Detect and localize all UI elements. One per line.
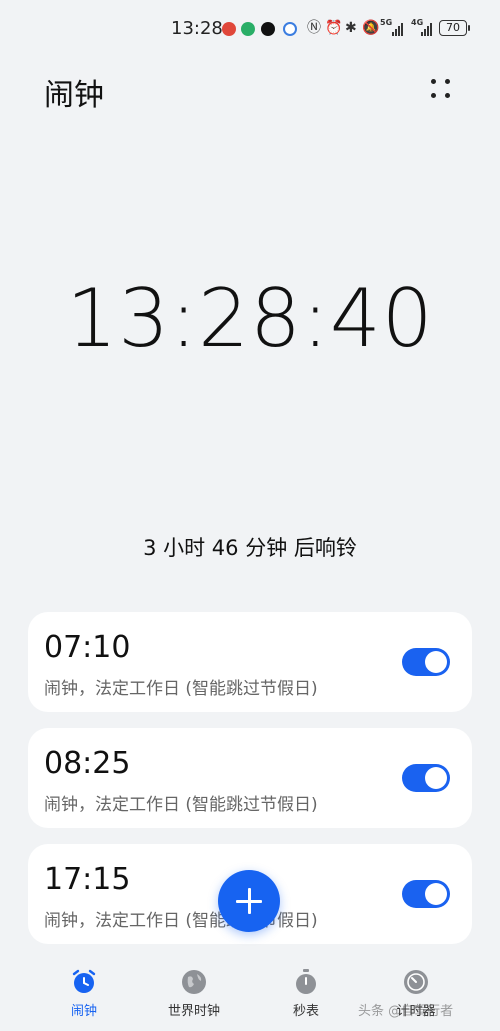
app-icon [283, 22, 297, 36]
plus-icon [248, 888, 251, 914]
bottom-nav: 闹钟 世界时钟 秒表 计时器 [0, 960, 500, 1031]
alarm-clock-icon [72, 969, 96, 993]
timer-icon [404, 970, 428, 994]
current-time-display: 13:28:40 [66, 272, 434, 365]
tab-stopwatch[interactable]: 秒表 [246, 968, 366, 1019]
toggle-knob [425, 883, 447, 905]
alarm-toggle[interactable] [402, 880, 450, 908]
nfc-icon: Ⓝ [307, 20, 321, 36]
alarm-time: 07:10 [44, 630, 131, 665]
mute-icon: 🔕 [362, 20, 380, 36]
signal-icon [392, 22, 406, 36]
alarm-card[interactable]: 07:10 闹钟，法定工作日 (智能跳过节假日) [28, 612, 472, 712]
stopwatch-icon [296, 969, 316, 994]
alarm-description: 闹钟，法定工作日 (智能跳过节假日) [44, 795, 318, 815]
alarm-toggle[interactable] [402, 648, 450, 676]
bluetooth-icon: ✱ [345, 20, 357, 36]
signal-icon [421, 22, 435, 36]
tab-label: 秒表 [292, 1004, 319, 1019]
status-time: 13:28 [171, 18, 223, 39]
alarm-description: 闹钟，法定工作日 (智能跳过节假日) [44, 679, 318, 699]
wechat-icon [241, 22, 255, 36]
tiktok-icon [261, 22, 275, 36]
more-options-icon[interactable] [428, 76, 454, 102]
tab-label: 闹钟 [70, 1004, 97, 1019]
network-5g-label: 5G [380, 18, 393, 27]
weibo-icon [222, 22, 236, 36]
tab-world-clock[interactable]: 世界时钟 [134, 968, 254, 1019]
page-title: 闹钟 [44, 78, 104, 113]
alarm-toggle[interactable] [402, 764, 450, 792]
tab-label: 世界时钟 [167, 1004, 220, 1019]
watermark: 头条 @自驾行者 [358, 1004, 454, 1019]
toggle-knob [425, 767, 447, 789]
status-bar: 13:28 Ⓝ ⏰ ✱ 🔕 5G 4G 70 [0, 16, 500, 44]
battery-icon: 70 [439, 20, 470, 36]
next-alarm-countdown: 3 小时 46 分钟 后响铃 [143, 536, 357, 560]
alarm-time: 17:15 [44, 862, 131, 897]
globe-icon [182, 970, 206, 994]
alarm-time: 08:25 [44, 746, 131, 781]
toggle-knob [425, 651, 447, 673]
add-alarm-button[interactable] [218, 870, 280, 932]
alarm-card[interactable]: 08:25 闹钟，法定工作日 (智能跳过节假日) [28, 728, 472, 828]
alarm-icon: ⏰ [325, 20, 343, 36]
tab-alarm[interactable]: 闹钟 [24, 968, 144, 1019]
